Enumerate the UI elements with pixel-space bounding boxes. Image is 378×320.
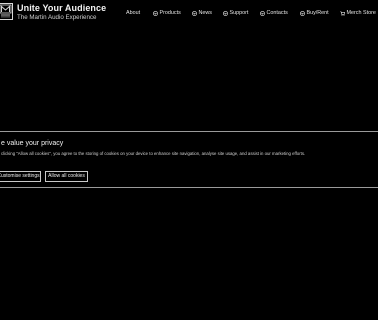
nav-item-label: Contacts bbox=[266, 10, 288, 16]
chevron-circle-icon bbox=[153, 10, 158, 16]
nav-item-label: Support bbox=[229, 10, 249, 16]
martin-audio-logo-icon[interactable] bbox=[0, 3, 13, 20]
nav-item-merch-store[interactable]: Merch Store bbox=[340, 10, 376, 16]
site-header: Unite Your Audience The Martin Audio Exp… bbox=[0, 0, 378, 26]
nav-item-label: Products bbox=[159, 10, 181, 16]
chevron-circle-icon bbox=[223, 10, 228, 16]
nav-item-label: News bbox=[198, 10, 212, 16]
cookie-banner-title: e value your privacy bbox=[1, 140, 64, 147]
nav-item-label: Merch Store bbox=[346, 10, 376, 16]
brand-title[interactable]: Unite Your Audience bbox=[17, 3, 106, 13]
nav-item-buy-rent[interactable]: Buy/Rent bbox=[300, 10, 329, 16]
cookie-banner: e value your privacy clicking "Allow all… bbox=[0, 131, 378, 188]
nav-item-support[interactable]: Support bbox=[223, 10, 248, 16]
cart-icon bbox=[340, 10, 345, 16]
brand-subtitle: The Martin Audio Experience bbox=[17, 14, 97, 21]
cookie-banner-text: clicking "Allow all cookies", you agree … bbox=[1, 151, 306, 156]
nav-item-label: Buy/Rent bbox=[306, 10, 329, 16]
customise-settings-button[interactable]: Customise settings bbox=[0, 171, 41, 182]
allow-all-cookies-button[interactable]: Allow all cookies bbox=[45, 171, 88, 182]
chevron-circle-icon bbox=[192, 10, 197, 16]
chevron-circle-icon bbox=[300, 10, 305, 16]
nav-item-label: About bbox=[126, 10, 141, 16]
chevron-circle-icon bbox=[260, 10, 265, 16]
nav-item-contacts[interactable]: Contacts bbox=[260, 10, 288, 16]
page: Unite Your Audience The Martin Audio Exp… bbox=[0, 0, 378, 320]
nav-item-about[interactable]: About bbox=[126, 10, 140, 16]
nav-item-news[interactable]: News bbox=[192, 10, 212, 16]
nav-item-products[interactable]: Products bbox=[153, 10, 181, 16]
